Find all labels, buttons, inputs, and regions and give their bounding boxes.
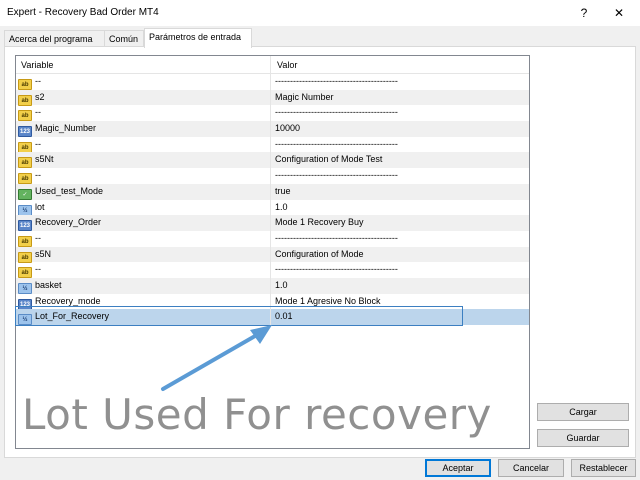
header-variable[interactable]: Variable xyxy=(16,56,271,74)
param-variable-cell[interactable]: 123 Recovery_mode xyxy=(16,293,271,310)
param-variable-cell[interactable]: 123 Magic_Number xyxy=(16,121,271,138)
double-type-icon: ½ xyxy=(18,314,32,326)
text-type-icon: ab xyxy=(18,79,32,90)
param-value-cell[interactable]: true xyxy=(272,184,528,200)
param-variable-cell[interactable]: ab -- xyxy=(16,136,271,153)
param-variable-name: basket xyxy=(35,279,62,290)
param-row[interactable]: ab s2 Magic Number xyxy=(16,89,529,106)
param-value-cell[interactable]: Configuration of Mode xyxy=(272,247,528,263)
param-row[interactable]: ½ Lot_For_Recovery 0.01 xyxy=(16,309,529,326)
param-variable-cell[interactable]: ½ basket xyxy=(16,277,271,294)
param-value-cell[interactable]: 1.0 xyxy=(272,278,528,294)
param-variable-name: Recovery_mode xyxy=(35,295,101,306)
param-row[interactable]: ab -- ------------------------------------… xyxy=(16,136,529,153)
param-value-cell[interactable]: ----------------------------------------… xyxy=(272,231,528,247)
integer-type-icon: 123 xyxy=(18,298,32,310)
param-row[interactable]: ab s5N Configuration of Mode xyxy=(16,246,529,263)
param-variable-name: Recovery_Order xyxy=(35,217,102,228)
param-row[interactable]: ½ lot 1.0 xyxy=(16,199,529,216)
text-type-icon: ab xyxy=(18,173,32,185)
param-row[interactable]: ✓ Used_test_Mode true xyxy=(16,183,529,200)
close-button[interactable]: ✕ xyxy=(605,3,633,23)
help-button[interactable]: ? xyxy=(570,3,598,23)
double-type-icon: ½ xyxy=(18,282,32,294)
param-value-cell[interactable]: 1.0 xyxy=(272,200,528,216)
param-variable-cell[interactable]: ab s5Nt xyxy=(16,152,271,169)
param-value-cell[interactable]: 0.01 xyxy=(272,309,528,325)
text-type-icon: ab xyxy=(18,267,32,279)
param-variable-cell[interactable]: ½ lot xyxy=(16,199,271,216)
param-variable-cell[interactable]: ab -- xyxy=(16,230,271,247)
param-value-cell[interactable]: Mode 1 Recovery Buy xyxy=(272,215,528,231)
param-variable-name: -- xyxy=(35,170,41,181)
reset-button[interactable]: Restablecer xyxy=(571,459,636,477)
param-value-cell[interactable]: 10000 xyxy=(272,121,528,137)
param-row[interactable]: ab -- ------------------------------------… xyxy=(16,230,529,247)
cancel-button[interactable]: Cancelar xyxy=(498,459,564,477)
param-variable-name: Magic_Number xyxy=(35,123,97,134)
title-bar: Expert - Recovery Bad Order MT4 ? ✕ xyxy=(0,0,640,26)
param-row[interactable]: ab s5Nt Configuration of Mode Test xyxy=(16,152,529,169)
param-variable-cell[interactable]: ab -- xyxy=(16,74,271,90)
param-variable-cell[interactable]: ab -- xyxy=(16,168,271,185)
param-variable-name: Lot_For_Recovery xyxy=(35,311,110,322)
grid-rows: ab -- ------------------------------------… xyxy=(16,74,529,326)
param-row[interactable]: 123 Recovery_mode Mode 1 Agresive No Block xyxy=(16,293,529,310)
param-variable-cell[interactable]: ab -- xyxy=(16,262,271,279)
param-variable-name: -- xyxy=(35,232,41,243)
param-value-cell[interactable]: ----------------------------------------… xyxy=(272,74,528,90)
annotation-caption: Lot Used For recovery xyxy=(22,390,492,439)
double-type-icon: ½ xyxy=(18,204,32,216)
param-row[interactable]: ab -- ------------------------------------… xyxy=(16,74,529,90)
param-value-cell[interactable]: ----------------------------------------… xyxy=(272,168,528,184)
param-row[interactable]: ½ basket 1.0 xyxy=(16,277,529,294)
integer-type-icon: 123 xyxy=(18,220,32,232)
param-value-cell[interactable]: ----------------------------------------… xyxy=(272,137,528,153)
text-type-icon: ab xyxy=(18,235,32,247)
param-value-cell[interactable]: Magic Number xyxy=(272,90,528,106)
param-variable-name: -- xyxy=(35,76,41,86)
tab-bar: Acerca del programa Común Parámetros de … xyxy=(4,28,634,48)
tab-parametros[interactable]: Parámetros de entrada xyxy=(144,28,252,48)
param-variable-name: s5N xyxy=(35,248,52,259)
param-variable-name: -- xyxy=(35,107,41,118)
param-variable-cell[interactable]: ab s5N xyxy=(16,246,271,263)
load-button[interactable]: Cargar xyxy=(537,403,629,421)
param-value-cell[interactable]: ----------------------------------------… xyxy=(272,262,528,278)
param-value-cell[interactable]: Mode 1 Agresive No Block xyxy=(272,294,528,310)
param-variable-cell[interactable]: ab s2 xyxy=(16,89,271,106)
param-value-cell[interactable]: Configuration of Mode Test xyxy=(272,152,528,168)
param-row[interactable]: 123 Recovery_Order Mode 1 Recovery Buy xyxy=(16,215,529,232)
header-value[interactable]: Valor xyxy=(272,56,528,74)
param-variable-cell[interactable]: ✓ Used_test_Mode xyxy=(16,183,271,200)
boolean-type-icon: ✓ xyxy=(18,188,32,200)
param-variable-name: s5Nt xyxy=(35,154,54,165)
param-variable-name: -- xyxy=(35,138,41,149)
text-type-icon: ab xyxy=(18,110,32,122)
param-variable-cell[interactable]: 123 Recovery_Order xyxy=(16,215,271,232)
param-variable-cell[interactable]: ab -- xyxy=(16,105,271,122)
integer-type-icon: 123 xyxy=(18,126,32,138)
window-title: Expert - Recovery Bad Order MT4 xyxy=(7,7,159,18)
ok-button[interactable]: Aceptar xyxy=(425,459,491,477)
grid-header: Variable Valor xyxy=(16,56,529,74)
param-variable-name: Used_test_Mode xyxy=(35,185,104,196)
param-variable-name: lot xyxy=(35,201,45,212)
param-row[interactable]: ab -- ------------------------------------… xyxy=(16,262,529,279)
text-type-icon: ab xyxy=(18,141,32,153)
param-variable-name: s2 xyxy=(35,91,45,102)
text-type-icon: ab xyxy=(18,157,32,169)
param-row[interactable]: ab -- ------------------------------------… xyxy=(16,168,529,185)
text-type-icon: ab xyxy=(18,94,32,106)
param-row[interactable]: ab -- ------------------------------------… xyxy=(16,105,529,122)
param-variable-cell[interactable]: ½ Lot_For_Recovery xyxy=(16,309,271,326)
save-button[interactable]: Guardar xyxy=(537,429,629,447)
tab-comun[interactable]: Común xyxy=(104,30,144,47)
param-row[interactable]: 123 Magic_Number 10000 xyxy=(16,121,529,138)
param-variable-name: -- xyxy=(35,264,41,275)
param-value-cell[interactable]: ----------------------------------------… xyxy=(272,105,528,121)
tab-acerca[interactable]: Acerca del programa xyxy=(4,30,105,47)
text-type-icon: ab xyxy=(18,251,32,263)
